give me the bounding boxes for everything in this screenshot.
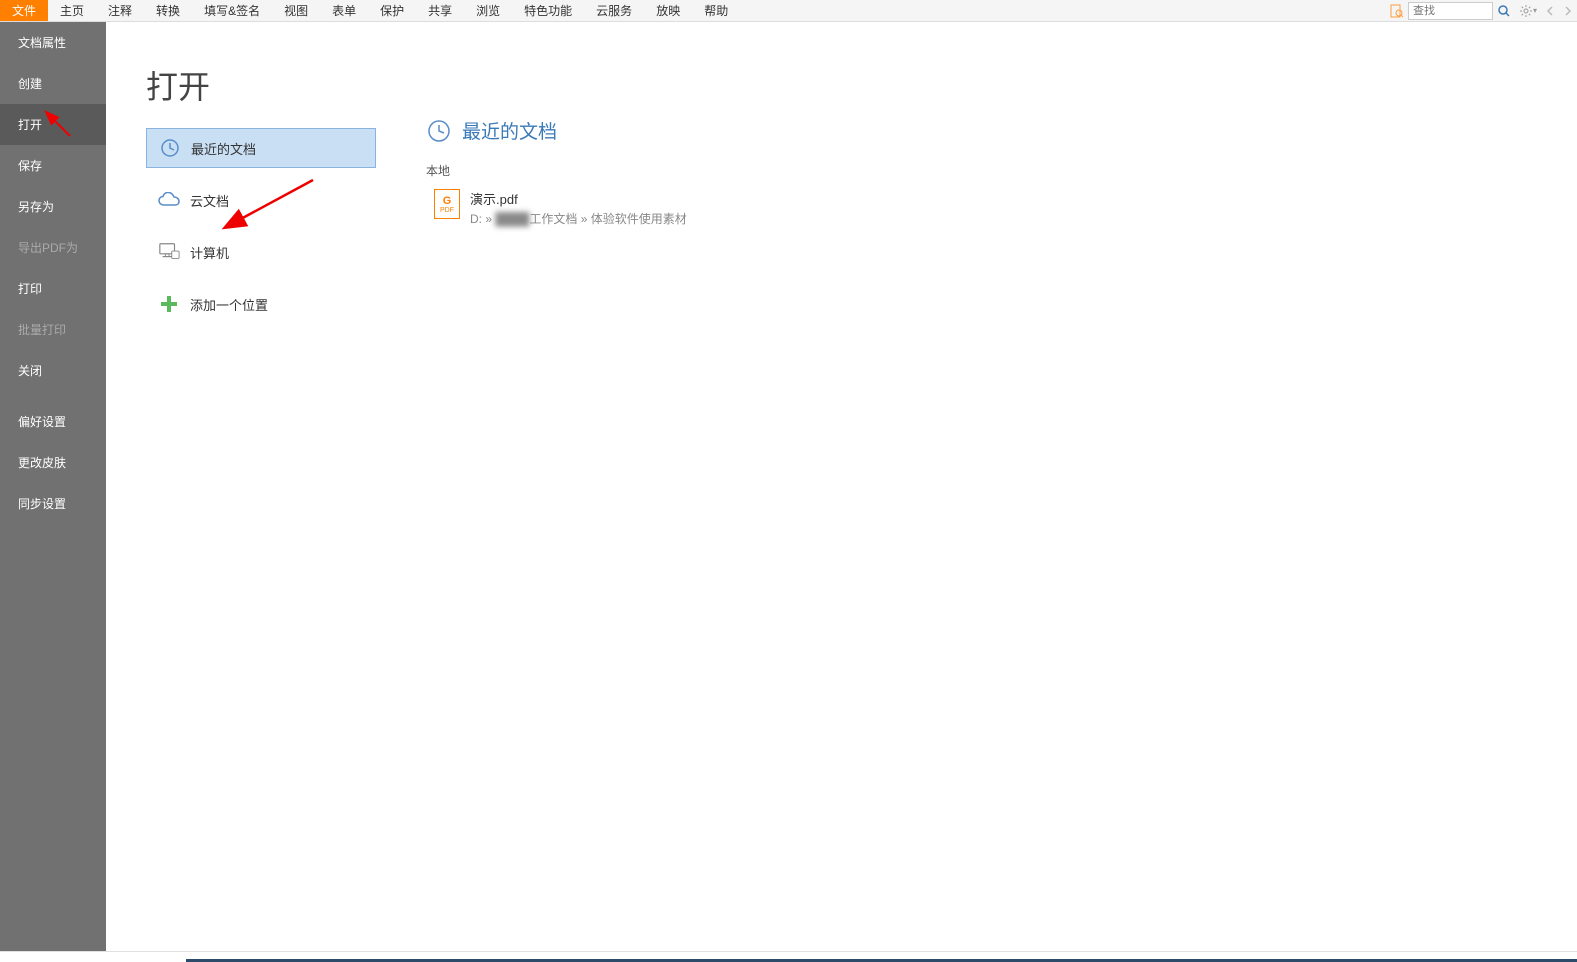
sidebar-item-sync[interactable]: 同步设置: [0, 483, 106, 524]
file-name: 演示.pdf: [470, 189, 1539, 208]
location-computer[interactable]: 计算机: [146, 232, 376, 272]
menu-tab-fill-sign[interactable]: 填写&签名: [192, 0, 272, 21]
section-label-local: 本地: [426, 162, 1547, 179]
cloud-icon: [158, 189, 180, 211]
sidebar-item-print[interactable]: 打印: [0, 268, 106, 309]
sidebar-item-batch-print[interactable]: 批量打印: [0, 309, 106, 350]
sidebar-divider: [0, 391, 106, 401]
sidebar-item-save-as[interactable]: 另存为: [0, 186, 106, 227]
location-cloud[interactable]: 云文档: [146, 180, 376, 220]
find-page-icon[interactable]: [1388, 2, 1406, 20]
location-label: 添加一个位置: [190, 295, 268, 314]
menu-tab-help[interactable]: 帮助: [692, 0, 740, 21]
menu-tab-view[interactable]: 视图: [272, 0, 320, 21]
pdf-file-icon: G PDF: [434, 189, 460, 219]
menu-tab-cloud[interactable]: 云服务: [584, 0, 644, 21]
gear-icon[interactable]: ▾: [1517, 2, 1539, 20]
menu-tab-features[interactable]: 特色功能: [512, 0, 584, 21]
computer-icon: [158, 241, 180, 263]
recent-file-row[interactable]: G PDF 演示.pdf D: » ████工作文档 » 体验软件使用素材: [426, 183, 1547, 233]
sidebar-item-preferences[interactable]: 偏好设置: [0, 401, 106, 442]
sidebar-item-close[interactable]: 关闭: [0, 350, 106, 391]
menu-tab-protect[interactable]: 保护: [368, 0, 416, 21]
page-title: 打开: [146, 62, 376, 108]
search-input[interactable]: [1408, 2, 1493, 20]
status-bar: [0, 951, 1577, 962]
plus-icon: [158, 293, 180, 315]
menu-tab-convert[interactable]: 转换: [144, 0, 192, 21]
sidebar-item-create[interactable]: 创建: [0, 63, 106, 104]
content-panel: 最近的文档 本地 G PDF 演示.pdf D: » ████工作文档 » 体验…: [396, 22, 1577, 951]
file-path: D: » ████工作文档 » 体验软件使用素材: [470, 210, 1539, 227]
clock-icon: [159, 137, 181, 159]
top-menu-bar: 文件 主页 注释 转换 填写&签名 视图 表单 保护 共享 浏览 特色功能 云服…: [0, 0, 1577, 22]
nav-next-icon[interactable]: [1560, 2, 1576, 20]
menu-tab-form[interactable]: 表单: [320, 0, 368, 21]
location-label: 计算机: [190, 243, 229, 262]
menu-tab-annotate[interactable]: 注释: [96, 0, 144, 21]
search-icon[interactable]: [1495, 2, 1513, 20]
menu-tab-file[interactable]: 文件: [0, 0, 48, 21]
menu-tab-slideshow[interactable]: 放映: [644, 0, 692, 21]
sidebar-item-skin[interactable]: 更改皮肤: [0, 442, 106, 483]
content-title: 最近的文档: [462, 117, 557, 144]
menu-tab-browse[interactable]: 浏览: [464, 0, 512, 21]
location-recent[interactable]: 最近的文档: [146, 128, 376, 168]
location-label: 云文档: [190, 191, 229, 210]
location-label: 最近的文档: [191, 139, 256, 158]
sidebar-item-properties[interactable]: 文档属性: [0, 22, 106, 63]
nav-prev-icon[interactable]: [1542, 2, 1558, 20]
menu-tab-home[interactable]: 主页: [48, 0, 96, 21]
sidebar-item-export-pdf[interactable]: 导出PDF为: [0, 227, 106, 268]
locations-panel: 打开 最近的文档 云文档 计算机: [106, 22, 396, 951]
location-add[interactable]: 添加一个位置: [146, 284, 376, 324]
sidebar-item-save[interactable]: 保存: [0, 145, 106, 186]
clock-icon: [426, 118, 452, 144]
file-sidebar: 文档属性 创建 打开 保存 另存为 导出PDF为 打印 批量打印 关闭 偏好设置…: [0, 22, 106, 951]
sidebar-item-open[interactable]: 打开: [0, 104, 106, 145]
menu-tab-share[interactable]: 共享: [416, 0, 464, 21]
